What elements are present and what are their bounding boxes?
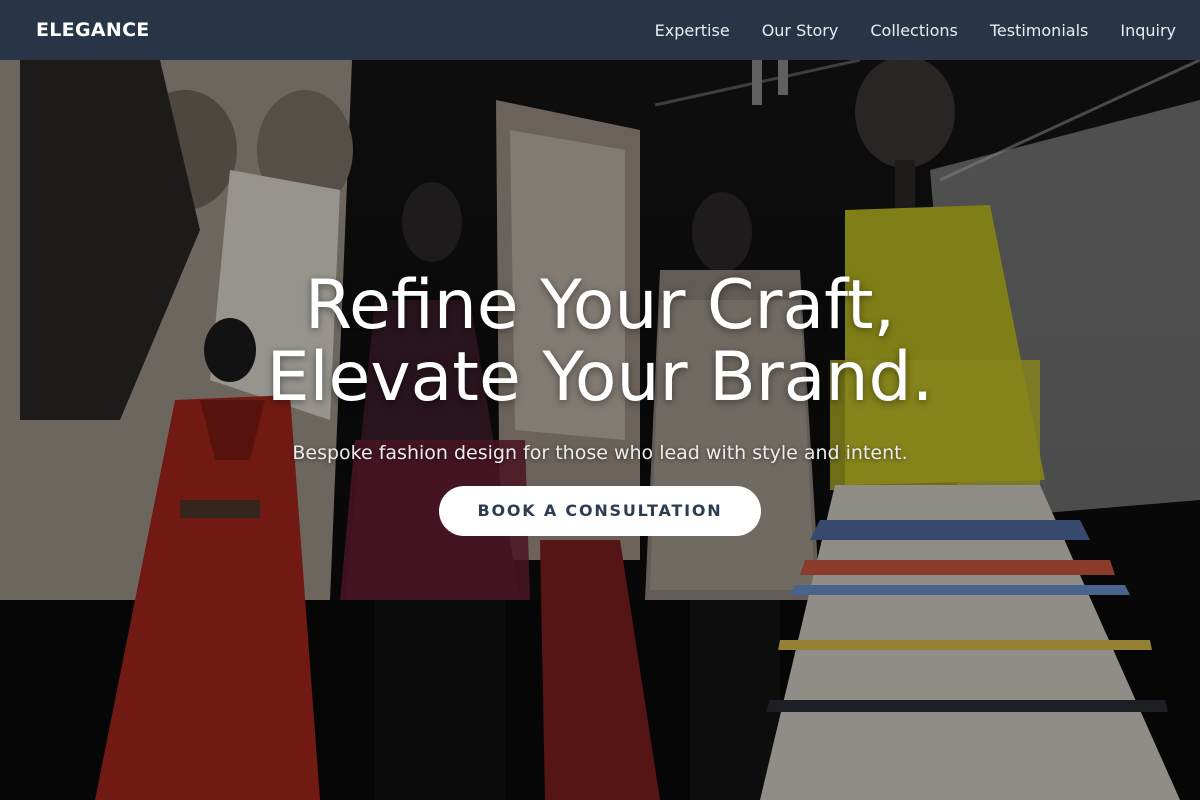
hero-headline-line2: Elevate Your Brand. — [266, 338, 934, 417]
nav-link-inquiry[interactable]: Inquiry — [1120, 21, 1176, 40]
nav-link-collections[interactable]: Collections — [870, 21, 957, 40]
nav-links: Expertise Our Story Collections Testimon… — [655, 21, 1176, 40]
hero-headline: Refine Your Craft, Elevate Your Brand. — [0, 270, 1200, 414]
hero-section: Refine Your Craft, Elevate Your Brand. B… — [0, 270, 1200, 536]
nav-link-testimonials[interactable]: Testimonials — [990, 21, 1089, 40]
book-consultation-button[interactable]: BOOK A CONSULTATION — [439, 486, 761, 536]
hero-subheadline: Bespoke fashion design for those who lea… — [292, 442, 908, 464]
nav-link-expertise[interactable]: Expertise — [655, 21, 730, 40]
nav-link-our-story[interactable]: Our Story — [762, 21, 839, 40]
top-navbar: ELEGANCE Expertise Our Story Collections… — [0, 0, 1200, 60]
brand-logo[interactable]: ELEGANCE — [36, 19, 150, 41]
hero-headline-line1: Refine Your Craft, — [304, 266, 896, 345]
